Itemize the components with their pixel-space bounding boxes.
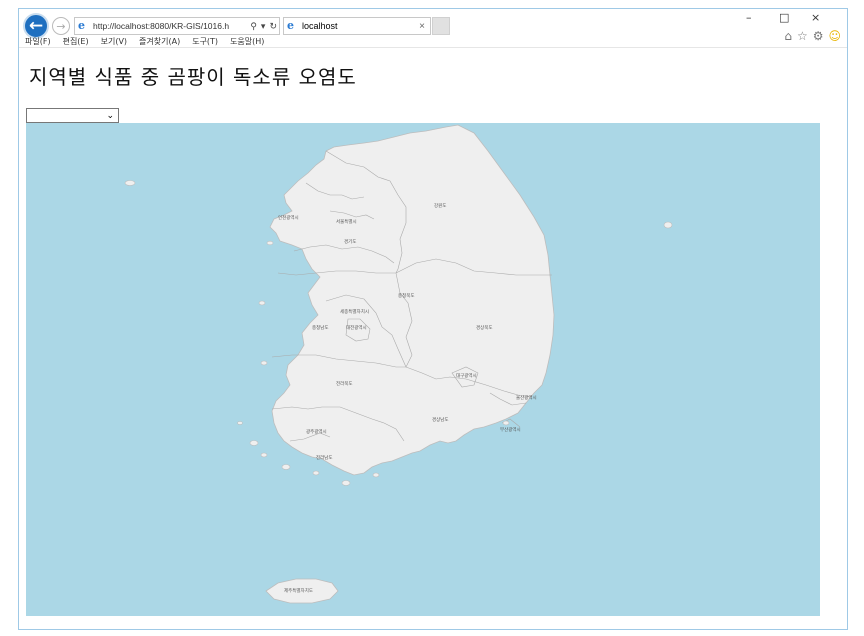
tab-title: localhost [302, 21, 338, 31]
toolbar-icons: ⌂ ☆ ⚙ ☺ [784, 29, 841, 43]
menu-file[interactable]: 파일(F) [25, 36, 51, 47]
korea-map-svg: 강원도 인천광역시 서울특별시 경기도 충청북도 세종특별자치시 충청남도 대전… [124, 124, 673, 604]
menu-favorites[interactable]: 즐겨찾기(A) [139, 36, 180, 47]
label-chungbuk: 충청북도 [398, 292, 415, 299]
maximize-button[interactable]: □ [779, 11, 789, 24]
minimize-button[interactable]: – [746, 11, 752, 24]
dropdown-icon[interactable]: ▾ [259, 21, 268, 32]
settings-gear-icon[interactable]: ⚙ [813, 29, 824, 43]
feedback-smiley-icon[interactable]: ☺ [828, 29, 841, 43]
browser-titlebar: ← → e http://localhost:8080/KR-GIS/1016.… [19, 9, 847, 47]
refresh-icon[interactable]: ↻ [267, 21, 279, 32]
address-url[interactable]: http://localhost:8080/KR-GIS/1016.h [93, 21, 248, 31]
menu-tools[interactable]: 도구(T) [192, 36, 218, 47]
forward-arrow-icon[interactable]: → [52, 17, 70, 35]
menu-edit[interactable]: 편집(E) [63, 36, 89, 47]
label-gyeonggi: 경기도 [344, 238, 356, 245]
label-jeju: 제주특별자치도 [284, 587, 313, 594]
browser-window: ← → e http://localhost:8080/KR-GIS/1016.… [18, 8, 848, 630]
ie-logo-icon: e [78, 19, 85, 32]
label-jeonnam: 전라남도 [316, 454, 333, 461]
label-busan: 부산광역시 [500, 426, 521, 433]
label-gwangju: 광주광역시 [306, 428, 327, 435]
menu-bar: 파일(F) 편집(E) 보기(V) 즐겨찾기(A) 도구(T) 도움말(H) [25, 36, 264, 47]
menu-view[interactable]: 보기(V) [101, 36, 127, 47]
label-gyeongbuk: 경상북도 [476, 324, 493, 331]
label-sejong: 세종특별자치시 [340, 308, 369, 315]
search-icon[interactable]: ⚲ [248, 21, 259, 32]
label-daegu: 대구광역시 [456, 372, 477, 379]
page-content: 지역별 식품 중 곰팡이 독소류 오염도 ⌄ 강원도 인천광역시 서울특별시 경… [19, 47, 847, 632]
new-tab-button[interactable] [432, 17, 450, 35]
korea-map[interactable]: 강원도 인천광역시 서울특별시 경기도 충청북도 세종특별자치시 충청남도 대전… [26, 123, 820, 616]
tab-ie-icon: e [287, 19, 294, 32]
favorites-star-icon[interactable]: ☆ [797, 29, 808, 43]
tab-close-icon[interactable]: × [419, 21, 430, 32]
page-title: 지역별 식품 중 곰팡이 독소류 오염도 [29, 65, 357, 89]
label-seoul: 서울특별시 [336, 218, 357, 225]
close-button[interactable]: × [811, 11, 820, 24]
menu-help[interactable]: 도움말(H) [230, 36, 264, 47]
label-jeonbuk: 전라북도 [336, 380, 353, 387]
region-select[interactable]: ⌄ [26, 108, 119, 123]
label-incheon: 인천광역시 [278, 214, 299, 221]
address-bar[interactable]: e http://localhost:8080/KR-GIS/1016.h ⚲ … [74, 17, 280, 35]
mainland-landmass[interactable] [269, 124, 555, 476]
tab-localhost[interactable]: e localhost × [283, 17, 431, 35]
label-gangwon: 강원도 [434, 202, 446, 209]
home-icon[interactable]: ⌂ [784, 29, 792, 43]
label-chungnam: 충청남도 [312, 324, 329, 331]
chevron-down-icon[interactable]: ⌄ [106, 109, 114, 123]
label-gyeongnam: 경상남도 [432, 416, 449, 423]
label-ulsan: 울산광역시 [516, 394, 537, 401]
label-daejeon: 대전광역시 [346, 324, 367, 331]
